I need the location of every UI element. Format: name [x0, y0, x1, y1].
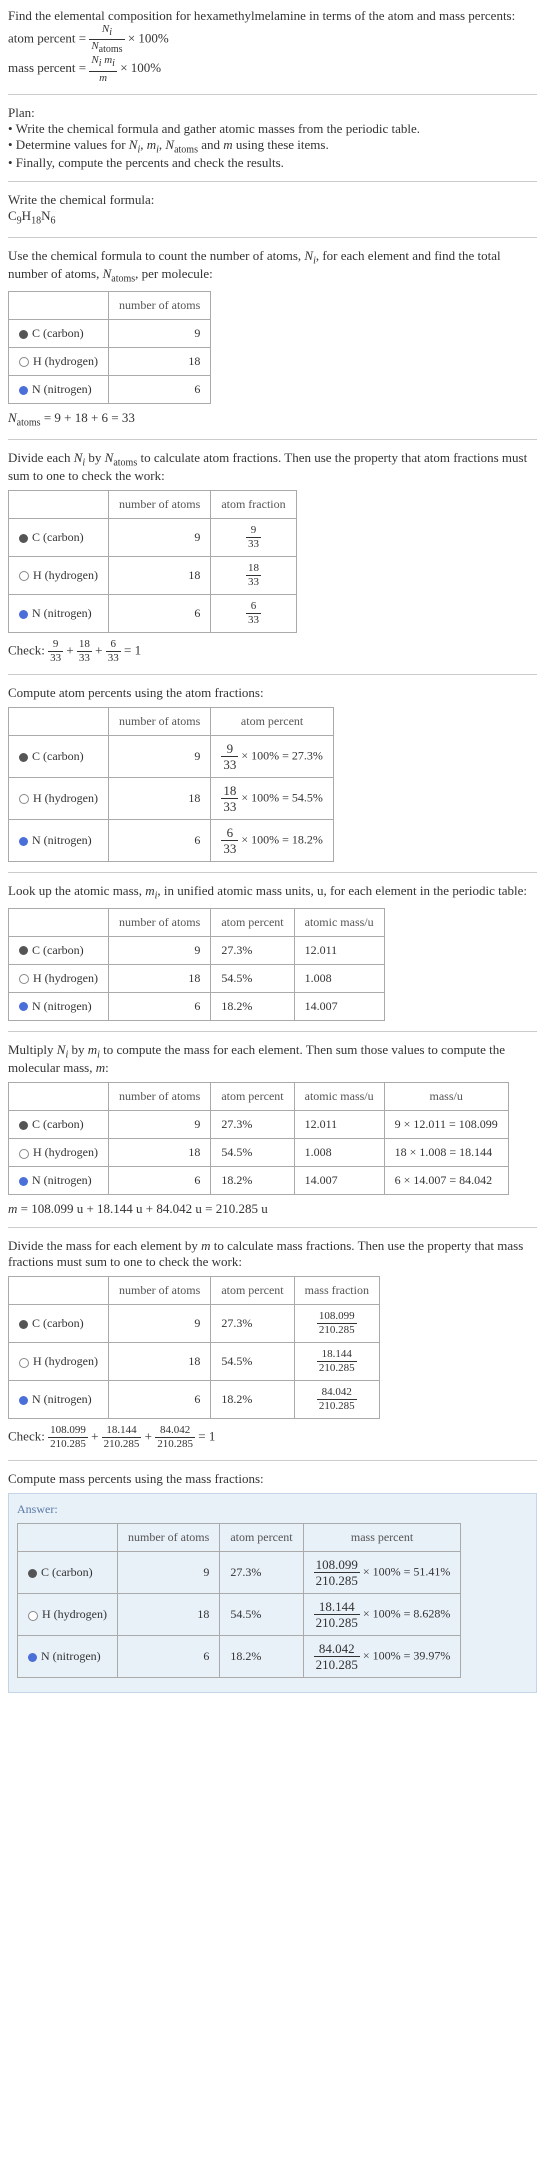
nitrogen-dot-icon	[28, 1653, 37, 1662]
nitrogen-dot-icon	[19, 1002, 28, 1011]
plan-b1: • Write the chemical formula and gather …	[8, 121, 537, 137]
nitrogen-dot-icon	[19, 610, 28, 619]
carbon-dot-icon	[19, 330, 28, 339]
natoms-sum: Natoms = 9 + 18 + 6 = 33	[8, 410, 537, 429]
atomfrac-section: Divide each Ni by Natoms to calculate at…	[8, 450, 537, 665]
count-section: Use the chemical formula to count the nu…	[8, 248, 537, 429]
count-text: Use the chemical formula to count the nu…	[8, 248, 537, 285]
formula-section: Write the chemical formula: C9H18N6	[8, 192, 537, 227]
atom-percent-formula: atom percent = NiNatoms × 100%	[8, 24, 537, 55]
molmass-section: Multiply Ni by mi to compute the mass fo…	[8, 1042, 537, 1218]
masspct-text: Compute mass percents using the mass fra…	[8, 1471, 537, 1487]
molmass-table: number of atomsatom percentatomic mass/u…	[8, 1082, 509, 1195]
molmass-text: Multiply Ni by mi to compute the mass fo…	[8, 1042, 537, 1077]
count-table: number of atoms C (carbon)9 H (hydrogen)…	[8, 291, 211, 404]
plan: Plan: • Write the chemical formula and g…	[8, 105, 537, 172]
mass-lookup-section: Look up the atomic mass, mi, in unified …	[8, 883, 537, 1021]
massfrac-check: Check: 108.099210.285 + 18.144210.285 + …	[8, 1425, 537, 1450]
atompct-table: number of atomsatom percent C (carbon)99…	[8, 707, 334, 862]
massfrac-section: Divide the mass for each element by m to…	[8, 1238, 537, 1450]
mass-lookup-text: Look up the atomic mass, mi, in unified …	[8, 883, 537, 902]
carbon-dot-icon	[19, 534, 28, 543]
atompct-section: Compute atom percents using the atom fra…	[8, 685, 537, 862]
answer-table: number of atomsatom percentmass percent …	[17, 1523, 461, 1678]
nitrogen-dot-icon	[19, 386, 28, 395]
answer-box: Answer: number of atomsatom percentmass …	[8, 1493, 537, 1693]
chemical-formula: C9H18N6	[8, 208, 537, 227]
nitrogen-dot-icon	[19, 1396, 28, 1405]
hydrogen-dot-icon	[19, 974, 29, 984]
formula-title: Write the chemical formula:	[8, 192, 537, 208]
hydrogen-dot-icon	[19, 1149, 29, 1159]
atompct-text: Compute atom percents using the atom fra…	[8, 685, 537, 701]
carbon-dot-icon	[19, 1320, 28, 1329]
intro: Find the elemental composition for hexam…	[8, 8, 537, 84]
nitrogen-dot-icon	[19, 837, 28, 846]
mass-lookup-table: number of atomsatom percentatomic mass/u…	[8, 908, 385, 1021]
plan-b2: • Determine values for Ni, mi, Natoms an…	[8, 137, 537, 156]
carbon-dot-icon	[19, 1121, 28, 1130]
hydrogen-dot-icon	[19, 571, 29, 581]
hydrogen-dot-icon	[19, 357, 29, 367]
intro-line1: Find the elemental composition for hexam…	[8, 8, 537, 24]
hydrogen-dot-icon	[19, 794, 29, 804]
carbon-dot-icon	[19, 753, 28, 762]
molmass-sum: m = 108.099 u + 18.144 u + 84.042 u = 21…	[8, 1201, 537, 1217]
hydrogen-dot-icon	[19, 1358, 29, 1368]
massfrac-text: Divide the mass for each element by m to…	[8, 1238, 537, 1270]
plan-b3: • Finally, compute the percents and chec…	[8, 155, 537, 171]
nitrogen-dot-icon	[19, 1177, 28, 1186]
carbon-dot-icon	[19, 946, 28, 955]
massfrac-table: number of atomsatom percentmass fraction…	[8, 1276, 380, 1419]
hydrogen-dot-icon	[28, 1611, 38, 1621]
atomfrac-check: Check: 933 + 1833 + 633 = 1	[8, 639, 537, 664]
plan-title: Plan:	[8, 105, 537, 121]
masspct-section: Compute mass percents using the mass fra…	[8, 1471, 537, 1487]
atomfrac-table: number of atomsatom fraction C (carbon)9…	[8, 490, 297, 633]
carbon-dot-icon	[28, 1569, 37, 1578]
mass-percent-formula: mass percent = Ni mim × 100%	[8, 55, 537, 83]
atomfrac-text: Divide each Ni by Natoms to calculate at…	[8, 450, 537, 485]
answer-label: Answer:	[17, 1502, 528, 1517]
